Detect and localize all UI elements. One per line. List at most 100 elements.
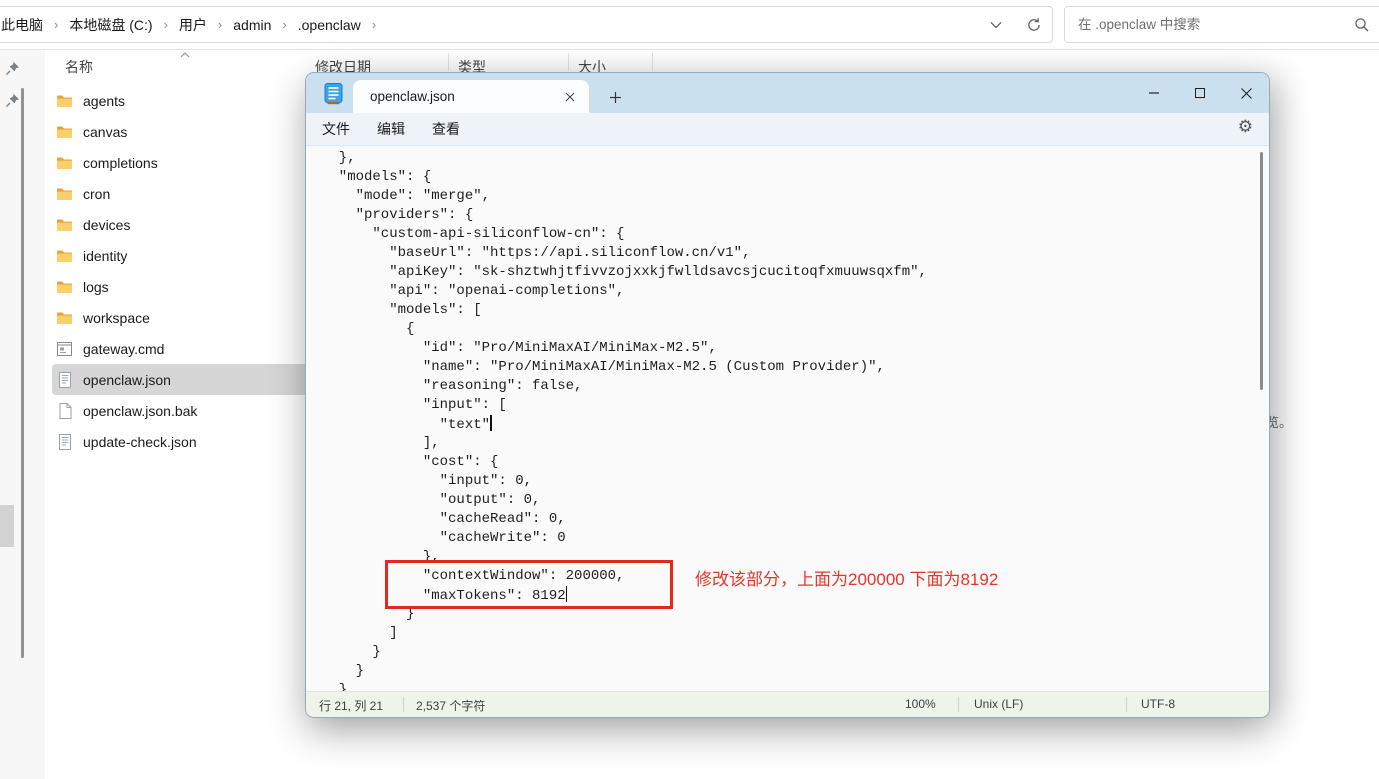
- pin-icon[interactable]: [5, 93, 20, 108]
- breadcrumb-item[interactable]: 本地磁盘 (C:): [63, 11, 158, 39]
- notepad-titlebar[interactable]: openclaw.json: [306, 73, 1269, 113]
- code-line: "input": [: [322, 396, 927, 415]
- code-line: ],: [322, 434, 927, 453]
- file-row-completions[interactable]: completions: [52, 147, 314, 178]
- code-line: }: [322, 662, 927, 681]
- code-line: "cost": {: [322, 453, 927, 472]
- code-line: "providers": {: [322, 206, 927, 225]
- breadcrumb-separator: ›: [367, 17, 381, 32]
- code-line: "cacheRead": 0,: [322, 510, 927, 529]
- notepad-menubar: 文件编辑查看: [306, 113, 1269, 146]
- pin-icon[interactable]: [5, 61, 20, 76]
- file-list: agents canvas completions cron devices identi…: [52, 85, 314, 457]
- red-highlight-box: [385, 560, 673, 609]
- document-icon: [56, 434, 73, 450]
- file-name-label: workspace: [83, 310, 150, 326]
- status-divider: [958, 697, 959, 712]
- search-icon[interactable]: [1354, 17, 1370, 33]
- chevron-down-icon[interactable]: [990, 21, 1002, 29]
- new-tab-button[interactable]: [602, 85, 628, 109]
- minimize-button[interactable]: [1131, 73, 1177, 113]
- cmd-file-icon: [56, 341, 73, 357]
- folder-icon: [56, 155, 73, 171]
- folder-icon: [56, 124, 73, 140]
- document-icon: [56, 372, 73, 388]
- file-row-canvas[interactable]: canvas: [52, 116, 314, 147]
- column-divider[interactable]: [448, 53, 449, 71]
- breadcrumb-item[interactable]: 用户: [173, 11, 213, 39]
- menu-item-2[interactable]: 查看: [421, 114, 471, 144]
- status-line-col: 行 21, 列 21: [319, 697, 383, 714]
- address-bar[interactable]: 此电脑›本地磁盘 (C:)›用户›admin›.openclaw›: [0, 6, 1053, 43]
- status-divider: [1126, 697, 1127, 712]
- file-row-agents[interactable]: agents: [52, 85, 314, 116]
- left-edge-scrollbar[interactable]: [0, 505, 14, 547]
- code-line: "custom-api-siliconflow-cn": {: [322, 225, 927, 244]
- gear-icon[interactable]: ⚙: [1238, 119, 1253, 136]
- file-row-cron[interactable]: cron: [52, 178, 314, 209]
- breadcrumb-item[interactable]: admin: [227, 13, 277, 37]
- folder-icon: [56, 310, 73, 326]
- code-line: "reasoning": false,: [322, 377, 927, 396]
- code-line: },: [322, 149, 927, 168]
- nav-pane-scrollbar[interactable]: [21, 88, 24, 658]
- status-char-count: 2,537 个字符: [416, 697, 485, 714]
- code-line: "api": "openai-completions",: [322, 282, 927, 301]
- tab-openclaw-json[interactable]: openclaw.json: [353, 80, 589, 113]
- column-divider[interactable]: [652, 53, 653, 71]
- file-name-label: gateway.cmd: [83, 341, 164, 357]
- file-row-openclaw.json.bak[interactable]: openclaw.json.bak: [52, 395, 314, 426]
- close-button[interactable]: [1223, 73, 1269, 113]
- search-input[interactable]: [1065, 7, 1345, 42]
- tab-title: openclaw.json: [353, 89, 557, 104]
- sort-ascending-icon: [180, 52, 190, 58]
- code-line: {: [322, 320, 927, 339]
- file-name-label: identity: [83, 248, 127, 264]
- file-row-gateway.cmd[interactable]: gateway.cmd: [52, 333, 314, 364]
- file-name-label: openclaw.json.bak: [83, 403, 197, 419]
- notepad-app-icon: [324, 82, 344, 105]
- breadcrumb-item[interactable]: 此电脑: [0, 11, 49, 39]
- menu-item-1[interactable]: 编辑: [366, 114, 416, 144]
- file-row-devices[interactable]: devices: [52, 209, 314, 240]
- code-line: }: [322, 643, 927, 662]
- code-line: "models": {: [322, 168, 927, 187]
- breadcrumb-item[interactable]: .openclaw: [292, 13, 367, 37]
- file-row-logs[interactable]: logs: [52, 271, 314, 302]
- blank-file-icon: [56, 403, 73, 419]
- explorer-toolbar: 此电脑›本地磁盘 (C:)›用户›admin›.openclaw›: [0, 0, 1379, 50]
- refresh-icon[interactable]: [1026, 17, 1042, 33]
- notepad-window: openclaw.json 文件编辑查看 ⚙: [305, 72, 1270, 718]
- text-editor[interactable]: }, "models": { "mode": "merge", "provide…: [306, 146, 1269, 693]
- file-row-openclaw.json[interactable]: openclaw.json: [52, 364, 314, 395]
- folder-icon: [56, 248, 73, 264]
- file-name-label: openclaw.json: [83, 372, 171, 388]
- code-line: ]: [322, 624, 927, 643]
- editor-scrollbar[interactable]: [1260, 152, 1263, 390]
- file-name-label: devices: [83, 217, 130, 233]
- status-line-ending: Unix (LF): [974, 697, 1023, 711]
- column-divider[interactable]: [568, 53, 569, 71]
- file-row-identity[interactable]: identity: [52, 240, 314, 271]
- code-line: "models": [: [322, 301, 927, 320]
- file-row-update-check.json[interactable]: update-check.json: [52, 426, 314, 457]
- nav-pane: [0, 50, 45, 779]
- file-name-label: completions: [83, 155, 158, 171]
- menu-item-0[interactable]: 文件: [311, 114, 361, 144]
- file-name-label: update-check.json: [83, 434, 197, 450]
- code-line: "cacheWrite": 0: [322, 529, 927, 548]
- annotation-text: 修改该部分，上面为200000 下面为8192: [695, 565, 998, 590]
- column-header-name[interactable]: 名称: [65, 57, 93, 79]
- file-row-workspace[interactable]: workspace: [52, 302, 314, 333]
- tab-close-icon[interactable]: [557, 85, 583, 109]
- json-content: }, "models": { "mode": "merge", "provide…: [322, 149, 927, 693]
- text-caret: [490, 415, 492, 431]
- code-line: "id": "Pro/MiniMaxAI/MiniMax-M2.5",: [322, 339, 927, 358]
- code-line: "baseUrl": "https://api.siliconflow.cn/v…: [322, 244, 927, 263]
- folder-icon: [56, 217, 73, 233]
- folder-icon: [56, 279, 73, 295]
- maximize-button[interactable]: [1177, 73, 1223, 113]
- code-line: "mode": "merge",: [322, 187, 927, 206]
- folder-icon: [56, 93, 73, 109]
- file-name-label: agents: [83, 93, 125, 109]
